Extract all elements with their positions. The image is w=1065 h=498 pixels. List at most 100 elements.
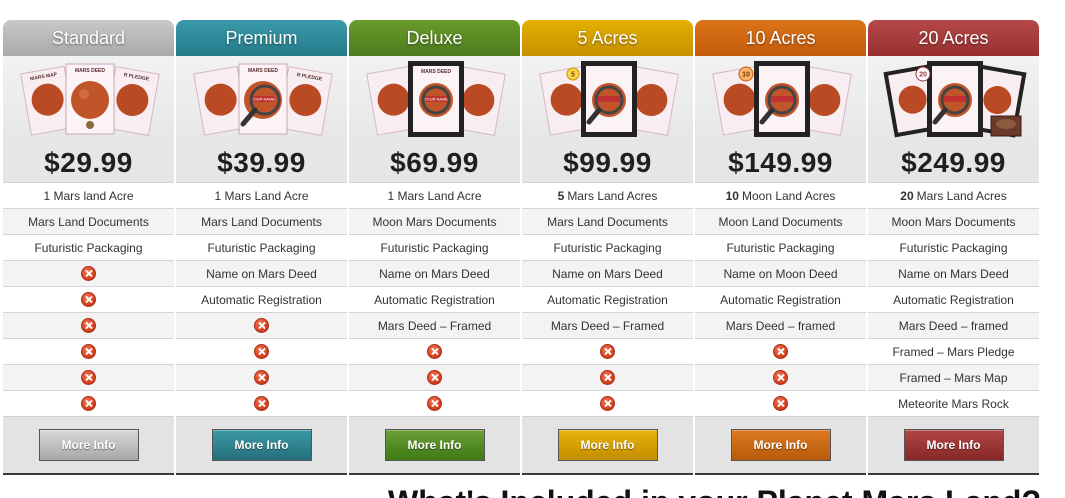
section-heading: What's Included in your Planet Mars Land… — [388, 484, 1041, 498]
feature-row: Automatic Registration — [349, 286, 520, 312]
plan-standard: Standard MARS MAP R PLEDGE MARS DEED $29… — [3, 20, 174, 475]
plan-footer: More Info — [3, 416, 174, 475]
plan-deluxe: Deluxe MARS DEED YOUR NAME $69.99 1 Mars… — [349, 20, 520, 475]
feature-text: Mars Deed – Framed — [550, 318, 665, 333]
feature-row: Mars Deed – Framed — [349, 312, 520, 338]
feature-row: Automatic Registration — [176, 286, 347, 312]
feature-quantity: 20 — [900, 188, 914, 203]
plan-price: $149.99 — [695, 144, 866, 182]
feature-quantity: 5 — [557, 188, 565, 203]
feature-text: Mars Land Acres — [567, 188, 658, 203]
svg-text:10: 10 — [742, 72, 750, 79]
feature-text: Futuristic Packaging — [553, 240, 662, 255]
mars-deed-image: R PLEDGE MARS DEED YOUR NAME — [176, 56, 347, 144]
x-circle-icon — [600, 344, 615, 359]
x-circle-icon — [254, 370, 269, 385]
more-info-button[interactable]: More Info — [730, 429, 831, 461]
feature-row: Futuristic Packaging — [3, 234, 174, 260]
feature-text: Name on Moon Deed — [723, 266, 838, 281]
x-circle-icon — [773, 396, 788, 411]
x-circle-icon — [81, 318, 96, 333]
x-circle-icon — [427, 344, 442, 359]
feature-row: Moon Mars Documents — [349, 208, 520, 234]
feature-text: Name on Mars Deed — [379, 266, 490, 281]
plan-price: $29.99 — [3, 144, 174, 182]
feature-text: Name on Mars Deed — [552, 266, 663, 281]
feature-row: Framed – Mars Map — [868, 364, 1039, 390]
feature-text: Automatic Registration — [374, 292, 495, 307]
feature-row: Futuristic Packaging — [176, 234, 347, 260]
feature-row — [3, 312, 174, 338]
mars-deed-image: MARS MAP R PLEDGE MARS DEED — [3, 56, 174, 144]
feature-row: Mars Deed – Framed — [522, 312, 693, 338]
mars-deed-image: 20 — [868, 56, 1039, 144]
x-circle-icon — [81, 396, 96, 411]
plan-header: 20 Acres — [868, 20, 1039, 56]
plan-name: Premium — [225, 27, 298, 48]
feature-text: Mars Land Documents — [28, 214, 149, 229]
plan-price: $69.99 — [349, 144, 520, 182]
x-circle-icon — [254, 344, 269, 359]
plan-price: $249.99 — [868, 144, 1039, 182]
more-info-button[interactable]: More Info — [903, 429, 1004, 461]
plan-name: Standard — [51, 27, 126, 48]
feature-row: Mars Deed – framed — [868, 312, 1039, 338]
feature-row: Name on Mars Deed — [176, 260, 347, 286]
feature-text: Framed – Mars Map — [899, 370, 1008, 385]
feature-text: Futuristic Packaging — [899, 240, 1008, 255]
feature-text: Framed – Mars Pledge — [892, 344, 1015, 359]
feature-row — [522, 390, 693, 416]
feature-row: 10 Moon Land Acres — [695, 182, 866, 208]
feature-row: Name on Mars Deed — [868, 260, 1039, 286]
svg-text:MARS DEED: MARS DEED — [247, 68, 277, 74]
more-info-button[interactable]: More Info — [384, 429, 485, 461]
feature-row — [176, 312, 347, 338]
feature-text: Futuristic Packaging — [34, 240, 143, 255]
framed-deed-icon: MARS DEED YOUR NAME — [365, 61, 506, 137]
more-info-button[interactable]: More Info — [211, 429, 312, 461]
svg-text:YOUR NAME: YOUR NAME — [423, 97, 448, 102]
feature-text: Automatic Registration — [893, 292, 1014, 307]
x-circle-icon — [81, 370, 96, 385]
feature-row — [3, 390, 174, 416]
plan-10-acres: 10 Acres 10 $149.99 10 Moon Land Acres M… — [695, 20, 866, 475]
pricing-table: Standard MARS MAP R PLEDGE MARS DEED $29… — [3, 20, 1039, 475]
feature-row — [349, 364, 520, 390]
feature-text: Moon Mars Documents — [372, 214, 497, 229]
plan-footer: More Info — [695, 416, 866, 475]
feature-row: Futuristic Packaging — [868, 234, 1039, 260]
x-circle-icon — [81, 292, 96, 307]
x-circle-icon — [600, 396, 615, 411]
plan-footer: More Info — [349, 416, 520, 475]
feature-row: Mars Land Documents — [3, 208, 174, 234]
feature-text: Mars Deed – framed — [725, 318, 836, 333]
framed-deed-rock-icon: 20 — [882, 61, 1027, 138]
plan-footer: More Info — [522, 416, 693, 475]
feature-text: Mars Deed – Framed — [377, 318, 492, 333]
deed-documents-icon: MARS MAP R PLEDGE MARS DEED — [19, 63, 160, 136]
x-circle-icon — [427, 370, 442, 385]
feature-row — [3, 338, 174, 364]
deed-magnifier-icon: R PLEDGE MARS DEED YOUR NAME — [192, 63, 333, 136]
plan-name: 5 Acres — [577, 27, 638, 48]
more-info-button[interactable]: More Info — [557, 429, 658, 461]
feature-row: Name on Mars Deed — [522, 260, 693, 286]
x-circle-icon — [773, 344, 788, 359]
feature-row: Futuristic Packaging — [695, 234, 866, 260]
feature-row — [176, 390, 347, 416]
svg-text:20: 20 — [919, 72, 927, 79]
feature-text: Automatic Registration — [547, 292, 668, 307]
feature-text: Name on Mars Deed — [898, 266, 1009, 281]
plan-price: $99.99 — [522, 144, 693, 182]
x-circle-icon — [254, 396, 269, 411]
feature-row — [176, 364, 347, 390]
feature-text: Moon Land Documents — [718, 214, 843, 229]
plan-footer: More Info — [868, 416, 1039, 475]
plan-name: 10 Acres — [745, 27, 816, 48]
feature-row: Name on Mars Deed — [349, 260, 520, 286]
feature-row: Futuristic Packaging — [349, 234, 520, 260]
more-info-button[interactable]: More Info — [38, 429, 139, 461]
plan-header: 5 Acres — [522, 20, 693, 56]
x-circle-icon — [81, 344, 96, 359]
feature-row: Name on Moon Deed — [695, 260, 866, 286]
